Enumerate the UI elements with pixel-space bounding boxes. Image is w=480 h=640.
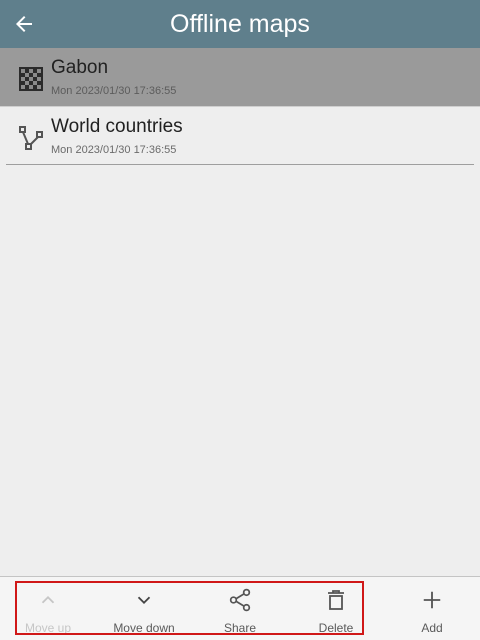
trash-icon: [323, 587, 349, 613]
move-up-button[interactable]: Move up: [0, 577, 96, 640]
list-item[interactable]: World countries Mon 2023/01/30 17:36:55: [6, 107, 474, 165]
vector-icon: [18, 125, 44, 151]
move-down-button[interactable]: Move down: [96, 577, 192, 640]
move-up-label: Move up: [24, 621, 72, 635]
checkerboard-icon: [18, 66, 44, 92]
map-name: Gabon: [51, 57, 109, 78]
share-button[interactable]: Share: [192, 577, 288, 640]
bottom-toolbar: Move up Move down Share Delete Add: [0, 576, 480, 640]
add-label: Add: [421, 621, 443, 635]
app-bar: Offline maps: [0, 0, 480, 48]
map-name: World countries: [51, 116, 183, 137]
chevron-up-icon: [35, 587, 61, 613]
chevron-down-icon: [131, 587, 157, 613]
add-button[interactable]: Add: [384, 577, 480, 640]
delete-button[interactable]: Delete: [288, 577, 384, 640]
page-title: Offline maps: [170, 10, 310, 38]
plus-icon: [419, 587, 445, 613]
move-down-label: Move down: [113, 621, 175, 635]
map-date: Mon 2023/01/30 17:36:55: [51, 144, 177, 156]
share-icon: [227, 587, 253, 613]
delete-label: Delete: [318, 621, 354, 635]
offline-maps-list: Gabon Mon 2023/01/30 17:36:55 World coun…: [0, 48, 480, 165]
map-date: Mon 2023/01/30 17:36:55: [51, 85, 177, 97]
list-item[interactable]: Gabon Mon 2023/01/30 17:36:55: [0, 48, 480, 107]
share-label: Share: [223, 621, 257, 635]
